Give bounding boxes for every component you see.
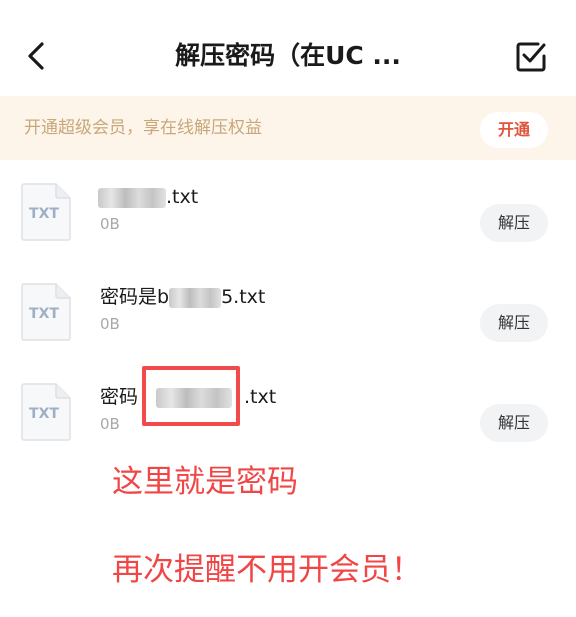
file-name-suffix: .txt [166, 186, 199, 208]
file-type-label: TXT [29, 406, 59, 422]
annotation-text: 再次提醒不用开会员！ [112, 552, 422, 588]
header: 解压密码（在UC ... [0, 0, 576, 96]
page-title: 解压密码（在UC ... [175, 41, 401, 70]
checkbox-select-icon [516, 42, 546, 72]
extract-button[interactable]: 解压 [480, 204, 548, 242]
file-type-label: TXT [29, 306, 59, 322]
banner-text: 开通超级会员，享在线解压权益 [24, 118, 262, 138]
blurred-text [98, 187, 166, 208]
file-size: 0B [100, 415, 120, 433]
txt-file-icon: TXT [21, 383, 71, 441]
file-name-suffix: .txt [244, 386, 277, 408]
file-size: 0B [100, 315, 120, 333]
file-name-suffix: 5.txt [221, 286, 266, 308]
file-type-label: TXT [29, 206, 59, 222]
file-name: 密码是b 5.txt [100, 284, 265, 310]
file-size: 0B [100, 215, 120, 233]
file-name: .txt [98, 184, 199, 210]
password-highlight-box [142, 366, 240, 426]
extract-button[interactable]: 解压 [480, 304, 548, 342]
open-vip-button[interactable]: 开通 [480, 112, 548, 148]
txt-file-icon: TXT [21, 183, 71, 241]
file-name-prefix: 密码是b [100, 286, 170, 308]
extract-button[interactable]: 解压 [480, 404, 548, 442]
multi-select-button[interactable] [514, 40, 548, 74]
blurred-text [169, 287, 222, 308]
chevron-left-icon [28, 42, 44, 70]
file-name-prefix: 密码 [100, 386, 139, 408]
back-button[interactable] [20, 36, 56, 76]
file-row[interactable]: TXT .txt 0B 解压 [0, 182, 576, 282]
txt-file-icon: TXT [21, 283, 71, 341]
annotation-text: 这里就是密码 [112, 464, 298, 500]
file-row[interactable]: TXT 密码是b 5.txt 0B 解压 [0, 282, 576, 382]
